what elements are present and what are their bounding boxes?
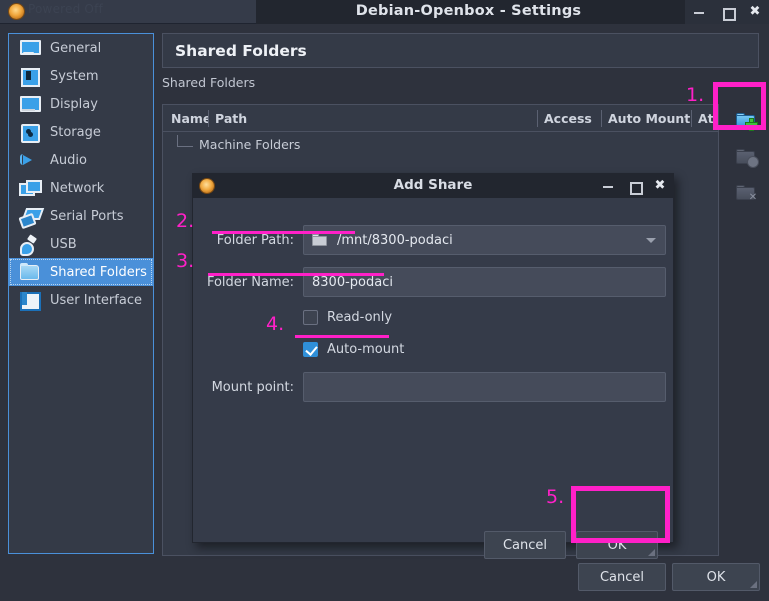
- sidebar-item-user-interface[interactable]: User Interface: [9, 286, 153, 314]
- annotation-underline-3: [208, 273, 384, 276]
- sidebar-item-shared-folders[interactable]: Shared Folders: [9, 258, 153, 286]
- sidebar-item-storage[interactable]: Storage: [9, 118, 153, 146]
- sidebar-item-label: Audio: [50, 152, 87, 168]
- read-only-label: Read-only: [327, 310, 393, 325]
- network-cards-icon: [18, 178, 42, 198]
- serial-port-icon: [18, 206, 40, 226]
- sidebar-item-label: User Interface: [50, 292, 142, 308]
- sidebar-item-label: Display: [50, 96, 98, 112]
- column-header-access[interactable]: Access: [537, 109, 601, 127]
- section-label: Shared Folders: [162, 75, 256, 90]
- dialog-window-controls: ✖: [601, 174, 667, 198]
- sidebar-item-label: General: [50, 40, 102, 56]
- read-only-checkbox[interactable]: Read-only: [303, 310, 392, 325]
- sidebar-item-usb[interactable]: USB: [9, 230, 153, 258]
- folder-path-combobox[interactable]: /mnt/8300-podaci: [303, 225, 666, 255]
- sidebar-item-label: USB: [50, 236, 77, 252]
- folder-name-label: Folder Name:: [206, 274, 294, 290]
- sidebar-item-network[interactable]: Network: [9, 174, 153, 202]
- monitor-icon: [18, 38, 41, 58]
- annotation-number-2: 2.: [176, 210, 195, 232]
- folder-icon: [312, 234, 327, 246]
- main-ok-button[interactable]: OK: [672, 563, 760, 591]
- folder-path-label: Folder Path:: [216, 232, 294, 248]
- resize-grip-icon: [648, 549, 655, 556]
- panel-header: Shared Folders: [162, 33, 759, 68]
- folder-edit-icon: [736, 149, 758, 167]
- dialog-cancel-button[interactable]: Cancel: [484, 531, 566, 559]
- sidebar-item-display[interactable]: Display: [9, 90, 153, 118]
- folder-path-value: /mnt/8300-podaci: [337, 232, 453, 248]
- sidebar-item-system[interactable]: System: [9, 62, 153, 90]
- tree-elbow-icon: [177, 135, 193, 147]
- chip-icon: [18, 66, 40, 87]
- sidebar-item-general[interactable]: General: [9, 34, 153, 62]
- annotation-box-5: [571, 486, 670, 543]
- edit-shared-folder-button[interactable]: [727, 140, 765, 176]
- folder-icon: [18, 262, 40, 282]
- column-header-auto-mount[interactable]: Auto Mount: [601, 109, 691, 127]
- annotation-number-5: 5.: [546, 486, 565, 508]
- annotation-number-4: 4.: [266, 313, 285, 335]
- sidebar-item-label: Storage: [50, 124, 101, 140]
- settings-window-title: Debian-Openbox - Settings: [355, 3, 582, 19]
- column-header-path[interactable]: Path: [208, 109, 537, 127]
- speaker-icon: [18, 150, 40, 170]
- minimize-icon[interactable]: [692, 5, 706, 19]
- mount-point-input[interactable]: [303, 372, 666, 402]
- minimize-icon[interactable]: [601, 179, 615, 193]
- main-ok-label: OK: [706, 569, 726, 585]
- page-title: Shared Folders: [175, 41, 307, 60]
- table-group-row[interactable]: Machine Folders: [163, 132, 718, 156]
- settings-window: Debian-Openbox - Settings ✖: [256, 0, 769, 26]
- annotation-underline-2: [212, 231, 355, 234]
- sidebar-item-label: Network: [50, 180, 105, 196]
- background-status-text: Powered Off: [28, 2, 103, 16]
- maximize-icon[interactable]: [627, 179, 643, 195]
- sidebar-item-label: Shared Folders: [50, 264, 147, 280]
- main-cancel-button[interactable]: Cancel: [578, 563, 666, 591]
- checkbox-box-checked: [303, 342, 318, 357]
- mount-point-label: Mount point:: [211, 379, 294, 395]
- chevron-down-icon[interactable]: [646, 238, 656, 243]
- resize-grip-icon: [750, 581, 757, 588]
- annotation-number-3: 3.: [176, 250, 195, 272]
- auto-mount-label: Auto-mount: [327, 342, 405, 357]
- checkbox-box: [303, 310, 318, 325]
- sidebar-item-label: Serial Ports: [50, 208, 124, 224]
- auto-mount-checkbox[interactable]: Auto-mount: [303, 342, 404, 357]
- harddisk-icon: [18, 122, 40, 143]
- folder-name-row: Folder Name: 8300-podaci: [193, 267, 675, 297]
- annotation-underline-4: [295, 335, 389, 338]
- display-icon: [18, 94, 41, 114]
- usb-plug-icon: [18, 234, 40, 256]
- close-icon[interactable]: ✖: [748, 5, 762, 19]
- maximize-icon[interactable]: [720, 5, 736, 21]
- window-layout-icon: [18, 290, 41, 311]
- table-group-label: Machine Folders: [199, 136, 301, 152]
- mount-point-row: Mount point:: [193, 372, 675, 402]
- table-header-row: Name Path Access Auto Mount At: [163, 105, 718, 132]
- annotation-box-1: [713, 82, 766, 130]
- settings-window-controls: ✖: [685, 0, 769, 24]
- settings-sidebar: General System Display Storage Audio Net…: [8, 33, 154, 554]
- folder-name-input[interactable]: 8300-podaci: [303, 267, 666, 297]
- dialog-titlebar: Add Share ✖: [193, 174, 673, 198]
- virtualbox-logo-icon: [9, 4, 24, 19]
- screen: Powered Off Name: Operating System: Debi…: [0, 0, 769, 601]
- column-header-name[interactable]: Name: [163, 110, 208, 127]
- sidebar-item-audio[interactable]: Audio: [9, 146, 153, 174]
- sidebar-item-label: System: [50, 68, 99, 84]
- annotation-number-1: 1.: [686, 84, 705, 106]
- folder-remove-icon: ✕: [736, 185, 757, 203]
- remove-shared-folder-button[interactable]: ✕: [727, 176, 765, 212]
- close-icon[interactable]: ✖: [653, 179, 667, 193]
- sidebar-item-serial-ports[interactable]: Serial Ports: [9, 202, 153, 230]
- folder-path-row: Folder Path: /mnt/8300-podaci: [193, 225, 675, 255]
- settings-titlebar: Debian-Openbox - Settings ✖: [256, 0, 769, 24]
